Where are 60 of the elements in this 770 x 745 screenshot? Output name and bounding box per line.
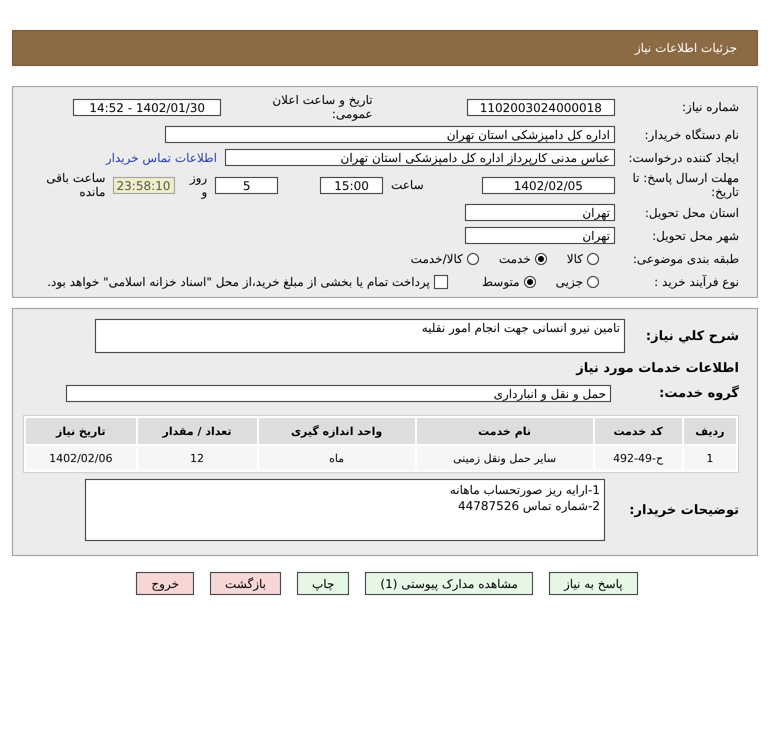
column-header: تاریخ نیاز [26, 418, 136, 444]
column-header: ردیف [684, 418, 736, 444]
announce-date-field: 1402/01/30 - 14:52 [73, 98, 222, 116]
province-field: تهران [465, 204, 615, 221]
radio-button[interactable] [524, 276, 536, 288]
field-label: شماره نیاز: [681, 100, 739, 114]
table-cell: 12 [138, 446, 256, 470]
radio-label: خدمت [498, 252, 531, 266]
field-label: نام دستگاه خریدار: [644, 128, 739, 142]
radio-button[interactable] [587, 276, 599, 288]
radio-label: کالا [566, 252, 583, 266]
field-label: توضیحات خریدار: [629, 502, 739, 518]
table-cell: ح-49-492 [594, 446, 682, 470]
table-cell: سایر حمل ونقل زمینی [416, 446, 592, 470]
column-header: نام خدمت [416, 418, 592, 444]
field-label: استان محل تحویل: [644, 206, 739, 220]
field-label: گروه خدمت: [658, 386, 739, 401]
table-cell: 1402/02/06 [26, 446, 136, 470]
radio-button[interactable] [466, 252, 479, 264]
field-label: شهر محل تحویل: [651, 228, 739, 242]
section-heading: اطلاعات خدمات مورد نیاز [576, 361, 739, 376]
city-field: تهران [465, 227, 615, 244]
action-button[interactable]: مشاهده مدارک پیوستی (1) [365, 572, 533, 595]
field-label: نوع فرآیند خرید : [653, 274, 739, 288]
header-title: جزئیات اطلاعات نیاز [634, 41, 737, 55]
field-label: ایجاد کننده درخواست: [627, 150, 739, 164]
checkbox[interactable] [434, 274, 448, 288]
contact-link[interactable]: اطلاعات تماس خریدار [106, 150, 217, 164]
summary-field: تامین نیرو انسانی جهت انجام امور نقلیه [95, 319, 625, 353]
field-label: مهلت ارسال پاسخ: تا تاریخ: [631, 171, 739, 199]
radio-button[interactable] [587, 252, 599, 264]
column-header: کد خدمت [594, 418, 682, 444]
need-number-field: 1102003024000018 [466, 98, 615, 116]
remaining-time-field: 23:58:10 [113, 176, 176, 194]
column-header: واحد اندازه گیری [258, 418, 415, 444]
deadline-date-field: 1402/02/05 [482, 176, 615, 194]
field-label: ساعت باقی مانده [45, 171, 106, 199]
field-label: ساعت [390, 178, 424, 192]
field-label: روز و [188, 171, 208, 199]
field-label: شرح کلي نیاز: [644, 328, 739, 344]
field-label: تاریخ و ساعت اعلان عمومی: [271, 93, 373, 121]
radio-button[interactable] [534, 252, 547, 264]
action-button[interactable]: بازگشت [210, 572, 281, 595]
table-cell: ماه [258, 446, 415, 470]
radio-label: جزیی [556, 274, 583, 288]
field-label: طبقه بندی موضوعی: [632, 252, 739, 266]
radio-label: کالا/خدمت [410, 252, 463, 266]
checkbox-label: پرداخت تمام یا بخشی از مبلغ خرید،از محل "اسناد خزانه اسلامی" خواهد بود. [47, 274, 430, 288]
service-group-field: حمل و نقل و انبارداری [66, 385, 611, 402]
action-button[interactable]: چاپ [297, 572, 350, 595]
table-cell: 1 [684, 446, 736, 470]
days-field: 5 [215, 176, 278, 194]
action-button[interactable]: خروج [136, 572, 194, 595]
column-header: تعداد / مقدار [138, 418, 256, 444]
radio-label: متوسط [482, 274, 520, 288]
deadline-time-field: 15:00 [320, 176, 383, 194]
buyer-notes-field: 1-ارایه ریز صورتحساب ماهانه 2-شماره تماس 44787526 [85, 479, 605, 541]
action-button[interactable]: پاسخ به نیاز [548, 572, 638, 595]
buyer-org-field: اداره کل دامپزشکی استان تهران [165, 126, 615, 143]
creator-field: عباس مدنی کارپرداز اداره کل دامپزشکی استان تهران [225, 149, 615, 166]
